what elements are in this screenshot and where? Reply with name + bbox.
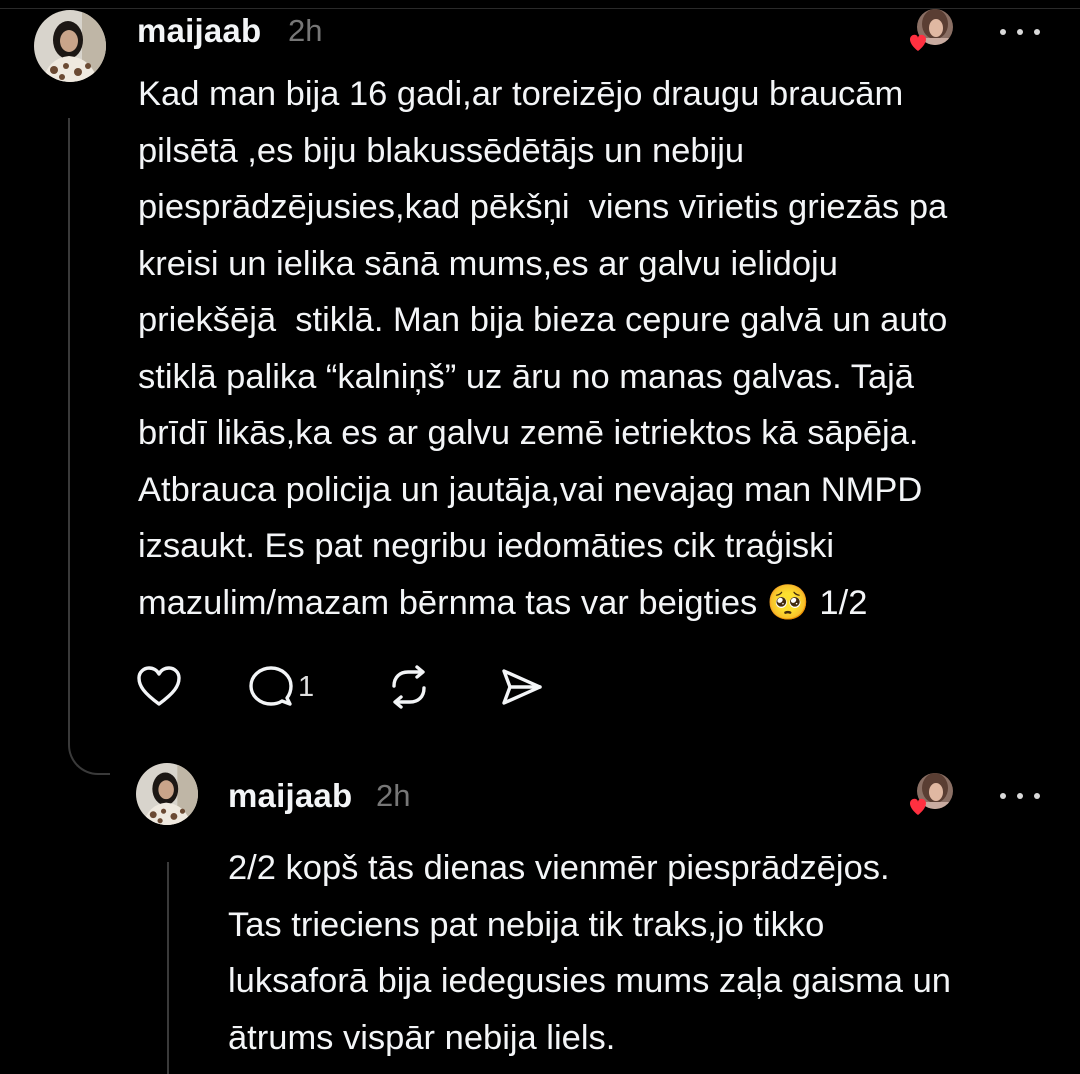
- repost-button[interactable]: [386, 664, 432, 710]
- share-button[interactable]: [498, 664, 544, 710]
- timestamp: 2h: [288, 13, 323, 48]
- more-options-icon[interactable]: [1000, 786, 1040, 806]
- repost-arrows-icon: [392, 665, 426, 709]
- paper-plane-icon: [502, 669, 542, 705]
- username[interactable]: maijaab: [228, 777, 352, 815]
- reply-button[interactable]: 1: [248, 664, 314, 710]
- username[interactable]: maijaab: [137, 12, 261, 50]
- timestamp: 2h: [376, 778, 411, 813]
- post-text: Kad man bija 16 gadi,ar toreizējo draugu…: [138, 75, 948, 622]
- avatar[interactable]: [136, 763, 198, 825]
- reply-count: 1: [298, 670, 315, 703]
- speech-bubble-icon: [249, 666, 293, 706]
- thread-line: [68, 118, 110, 775]
- post-text: 2/2 kopš tās dienas vienmēr piesprādzējo…: [228, 849, 951, 1057]
- like-button[interactable]: [136, 664, 182, 710]
- more-options-icon[interactable]: [1000, 22, 1040, 42]
- thread-line: [167, 862, 169, 1074]
- avatar[interactable]: [34, 10, 106, 82]
- heart-outline-icon: [137, 666, 181, 706]
- liked-by-author-icon: [908, 8, 954, 54]
- liked-by-author-icon: [908, 772, 954, 818]
